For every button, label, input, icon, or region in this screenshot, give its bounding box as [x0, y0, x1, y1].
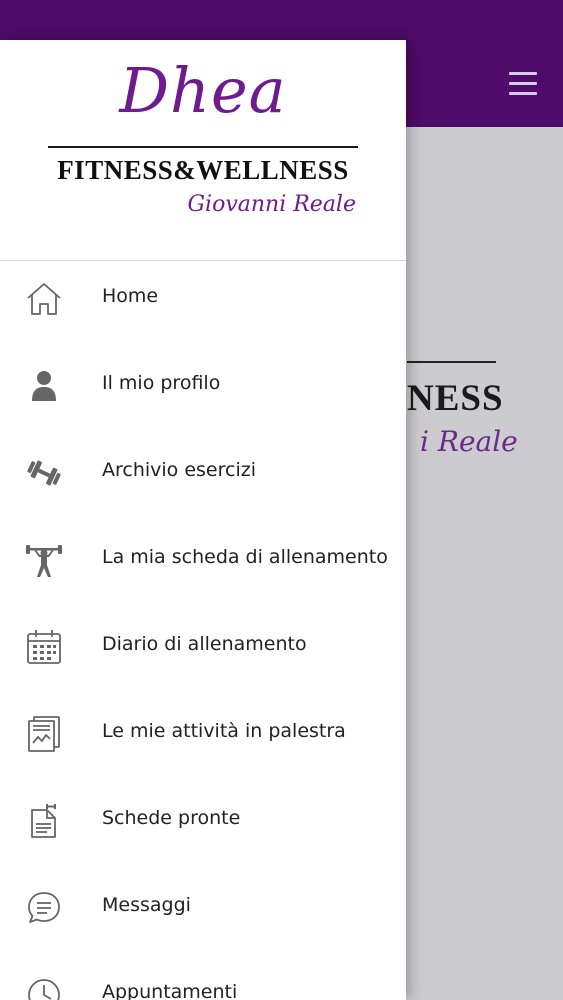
background-logo-subtext: i Reale: [420, 425, 518, 458]
menu-item-label: Diario di allenamento: [102, 633, 307, 655]
status-bar: [0, 0, 563, 40]
menu-item-training-sheet[interactable]: La mia scheda di allenamento: [0, 522, 406, 609]
user-icon: [25, 367, 63, 405]
dumbbell-icon: [25, 454, 63, 492]
message-icon: [25, 889, 63, 927]
menu-item-label: Appuntamenti: [102, 981, 238, 1000]
activity-report-icon: [25, 715, 63, 753]
menu-item-messages[interactable]: Messaggi: [0, 870, 406, 957]
brand-main-text: FITNESS&WELLNESS: [57, 155, 349, 185]
menu-item-profile[interactable]: Il mio profilo: [0, 348, 406, 435]
hamburger-menu-button[interactable]: [503, 64, 543, 104]
menu-item-label: Archivio esercizi: [102, 459, 256, 481]
menu-item-ready-sheets[interactable]: Schede pronte: [0, 783, 406, 870]
menu-item-appointments[interactable]: Appuntamenti: [0, 957, 406, 1000]
background-logo-text: NESS: [407, 378, 504, 419]
background-logo-rule: [407, 361, 496, 363]
menu-item-label: Messaggi: [102, 894, 191, 916]
brand-divider: [48, 146, 358, 148]
menu-item-label: Home: [102, 285, 159, 307]
navigation-drawer: Dhea FITNESS&WELLNESS Giovanni Reale Hom…: [0, 40, 406, 1000]
drawer-header-logo: Dhea FITNESS&WELLNESS Giovanni Reale: [0, 40, 406, 260]
menu-item-label: Le mie attività in palestra: [102, 720, 346, 742]
menu-item-home[interactable]: Home: [0, 261, 406, 348]
workout-sheet-icon: [25, 802, 63, 840]
menu-item-gym-activities[interactable]: Le mie attività in palestra: [0, 696, 406, 783]
clock-icon: [25, 976, 63, 1000]
menu-item-exercise-archive[interactable]: Archivio esercizi: [0, 435, 406, 522]
brand-script-text: Dhea: [119, 54, 287, 127]
home-icon: [25, 280, 63, 318]
calendar-icon: [25, 628, 63, 666]
menu-item-label: La mia scheda di allenamento: [102, 546, 388, 568]
menu-item-label: Il mio profilo: [102, 372, 221, 394]
menu-item-training-diary[interactable]: Diario di allenamento: [0, 609, 406, 696]
weightlifter-icon: [25, 541, 63, 579]
menu-item-label: Schede pronte: [102, 807, 241, 829]
brand-sub-text: Giovanni Reale: [187, 192, 356, 217]
